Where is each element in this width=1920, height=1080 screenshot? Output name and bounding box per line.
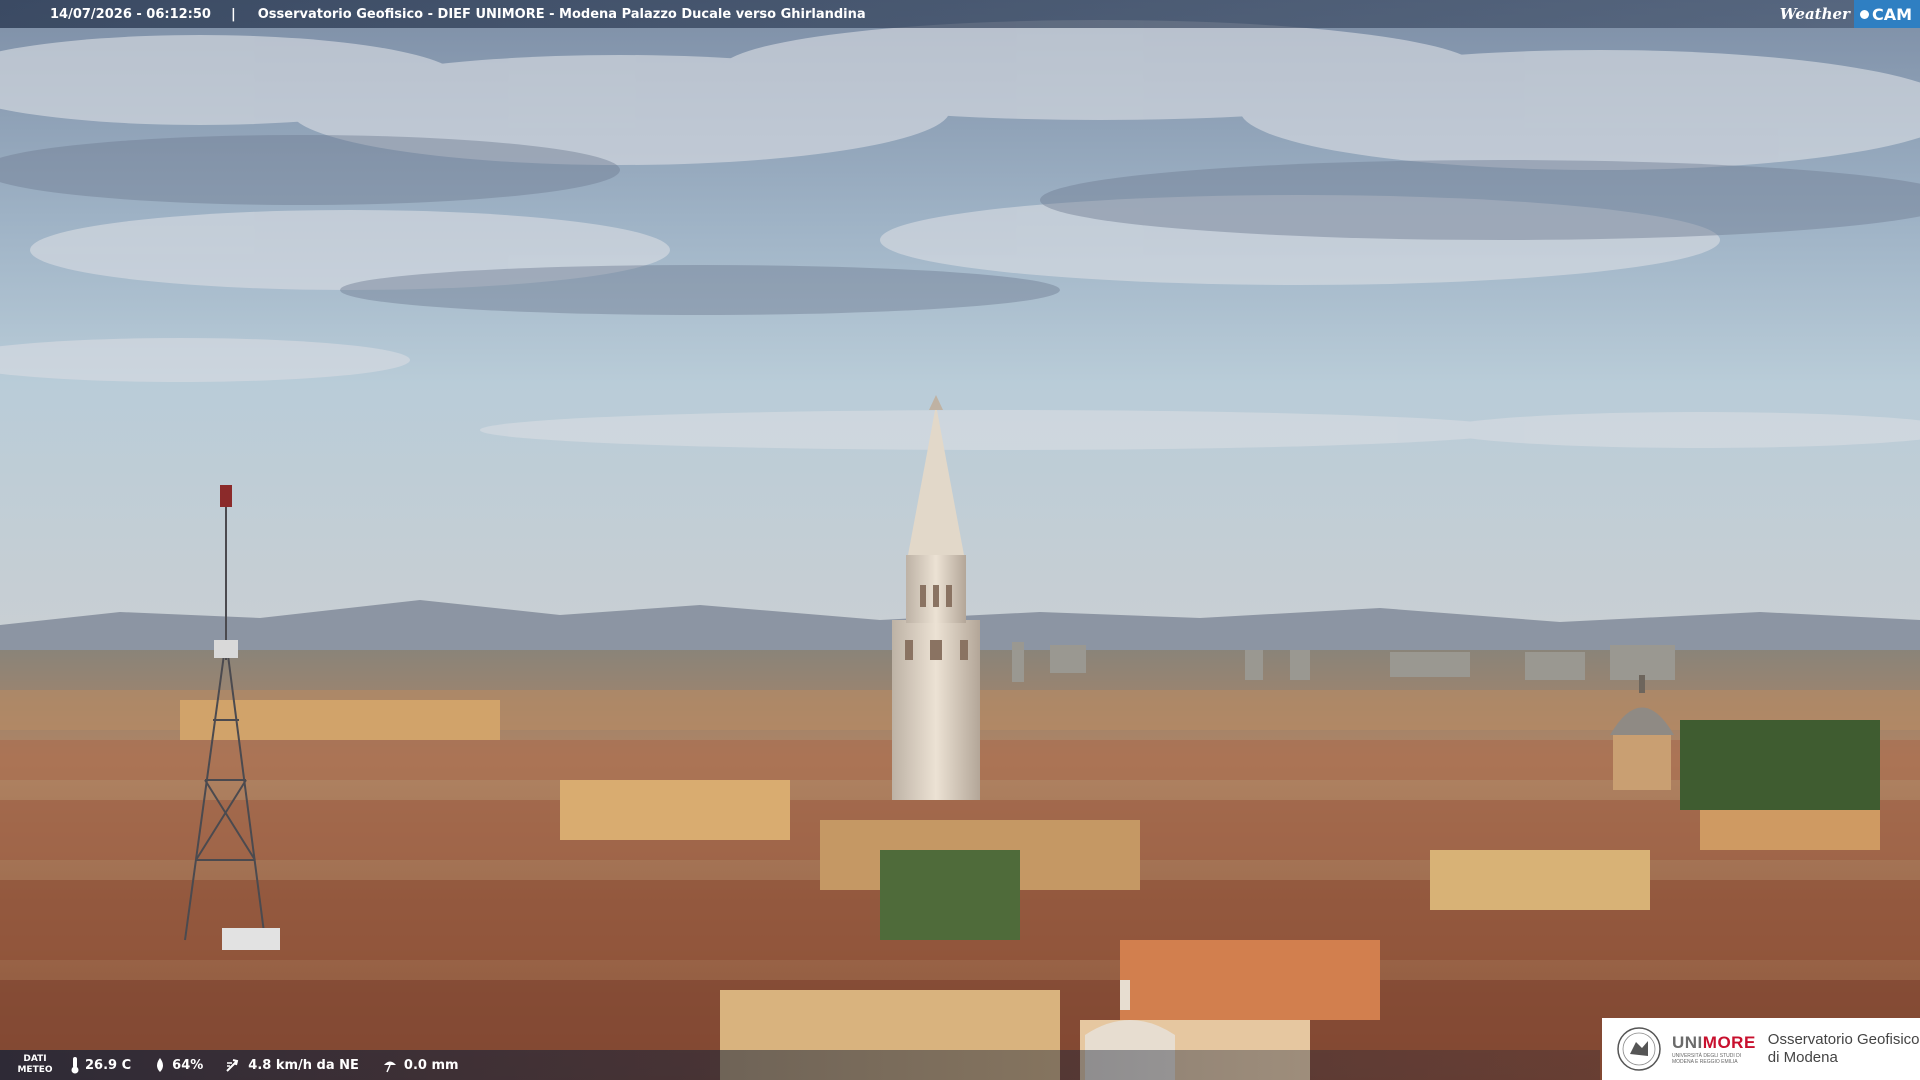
weathercam-logo: Weather CAM bbox=[1780, 0, 1920, 28]
weathercam-weather-text: Weather bbox=[1779, 5, 1850, 23]
weathercam-cam-badge: CAM bbox=[1853, 0, 1920, 28]
humidity-value: 64% bbox=[172, 1057, 204, 1073]
rain-reading: 0.0 mm bbox=[381, 1057, 459, 1073]
observatory-name: Osservatorio Geofisico di Modena bbox=[1767, 1031, 1920, 1066]
location-title: Osservatorio Geofisico - DIEF UNIMORE - … bbox=[257, 6, 866, 22]
unimore-subtext-2: MODENA E REGGIO EMILIA bbox=[1672, 1059, 1738, 1065]
webcam-scene bbox=[0, 0, 1920, 1080]
dati-meteo-label: DATI METEO bbox=[17, 1054, 53, 1075]
wind-icon bbox=[226, 1059, 239, 1072]
temperature-reading: 26.9 C bbox=[70, 1056, 131, 1074]
wind-value: 4.8 km/h da NE bbox=[248, 1057, 359, 1073]
humidity-reading: 64% bbox=[153, 1057, 203, 1073]
humidity-drop-icon bbox=[157, 1058, 164, 1072]
weathercam-cam-text: CAM bbox=[1871, 4, 1912, 24]
unimore-seal-icon bbox=[1617, 1027, 1661, 1071]
wind-reading: 4.8 km/h da NE bbox=[225, 1057, 359, 1073]
rain-value: 0.0 mm bbox=[403, 1057, 459, 1073]
rain-icon bbox=[383, 1061, 396, 1073]
weathercam-dot-icon bbox=[1859, 9, 1869, 19]
top-info-bar: 14/07/2026 - 06:12:50 | Osservatorio Geo… bbox=[0, 0, 1920, 28]
temperature-value: 26.9 C bbox=[85, 1057, 132, 1073]
thermometer-icon bbox=[71, 1057, 79, 1074]
weather-data-bar: DATI METEO 26.9 C 64% 4.8 km/h da NE 0.0… bbox=[0, 1050, 1600, 1080]
timestamp: 14/07/2026 - 06:12:50 bbox=[50, 6, 211, 22]
unimore-name: UNIMORE UNIVERSITÀ DEGLI STUDI DI MODENA… bbox=[1672, 1033, 1756, 1065]
unimore-title: UNIMORE bbox=[1672, 1033, 1756, 1052]
unimore-logo-box: UNIMORE UNIVERSITÀ DEGLI STUDI DI MODENA… bbox=[1602, 1018, 1920, 1080]
separator: | bbox=[230, 6, 236, 22]
